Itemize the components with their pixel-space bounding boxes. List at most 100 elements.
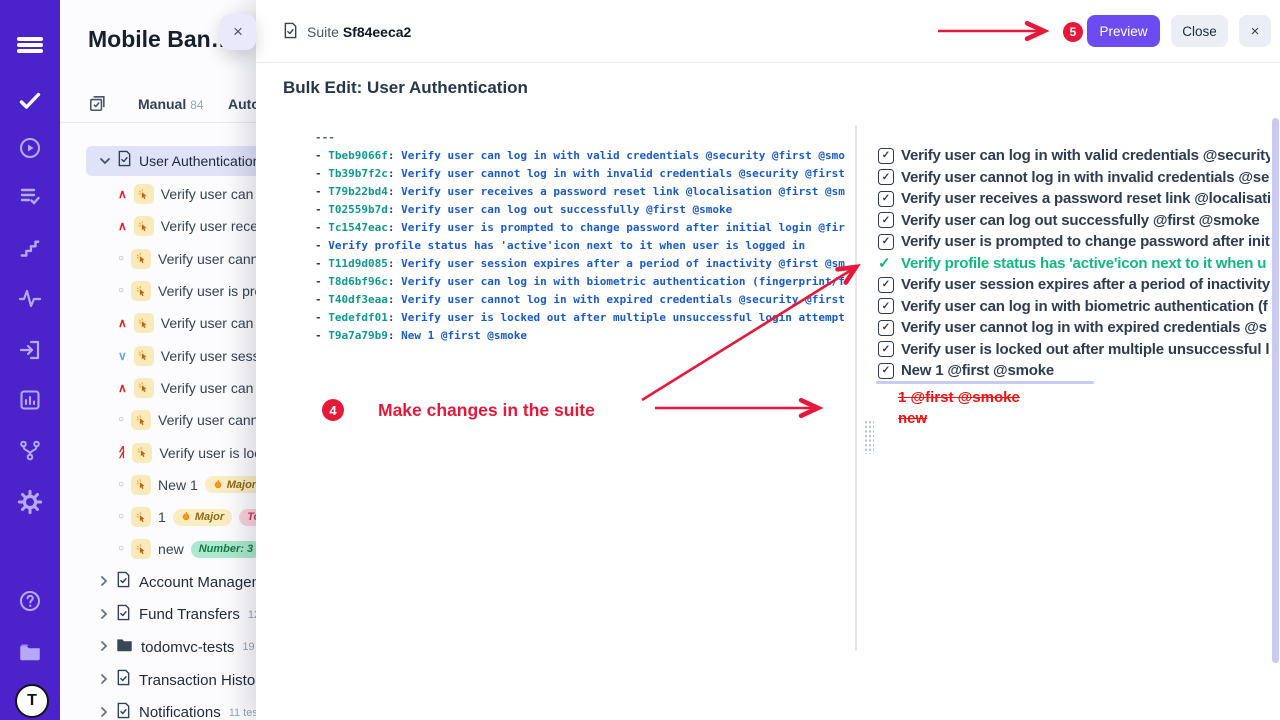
settings-gear-icon[interactable] <box>0 485 60 519</box>
annotation-step-4-badge: 4 <box>322 399 344 421</box>
tree-test-item[interactable]: ∧ ○ ∨ ∧∧ Verify user cannot log in with … <box>60 243 256 275</box>
test-id: T79b22bd4 <box>328 185 388 198</box>
preview-test-row[interactable]: ✓ ✓ Verify user can log in with biometri… <box>878 296 1270 318</box>
tree-suite-item[interactable]: Notifications 11 tests <box>60 696 256 720</box>
code-editor[interactable]: --- - Tbeb9066f: Verify user can log in … <box>315 129 853 349</box>
test-id: Tbeb9066f <box>328 149 388 162</box>
preview-test-row[interactable]: ✓ ✓ Verify user is locked out after mult… <box>878 339 1270 361</box>
preview-test-label: Verify user session expires after a peri… <box>901 276 1270 293</box>
preview-test-row[interactable]: ✓ ✓ Verify user cannot log in with inval… <box>878 167 1270 189</box>
tab-manual[interactable]: Manual84 <box>138 96 204 112</box>
app-logo[interactable]: T <box>15 684 49 718</box>
test-label: Verify user session expires after a peri… <box>161 348 256 364</box>
deleted-list: 1 @first @smoke new <box>898 389 1020 431</box>
badge: Major <box>205 476 256 493</box>
preview-test-row[interactable]: ✓ ✓ Verify profile status has 'active'ic… <box>878 253 1270 275</box>
tree-suite-item[interactable]: todomvc-tests 19 <box>60 631 256 664</box>
checkbox-icon: ✓ <box>878 148 894 164</box>
preview-test-row[interactable]: ✓ ✓ Verify user session expires after a … <box>878 274 1270 296</box>
priority-low-icon: ∨ <box>118 350 127 362</box>
modal-suite-breadcrumb: Suite Sf84eeca2 <box>283 22 411 42</box>
tree-suite-item[interactable]: Account Management <box>60 566 256 599</box>
badge: Major <box>173 509 232 526</box>
chevron-right-icon <box>100 671 108 689</box>
automated-test-icon <box>134 346 154 366</box>
code-line: - Verify profile status has 'active'icon… <box>315 237 853 255</box>
tree-test-item[interactable]: ∧ ○ ∨ ∧∧ Verify user cannot log in with … <box>60 404 256 436</box>
tree-test-list: ∧ ○ ∨ ∧∧ Verify user can log in with val… <box>60 178 256 566</box>
editor-scrollbar[interactable] <box>855 126 857 650</box>
test-id: T02559b7d <box>328 203 388 216</box>
panel-close-button[interactable]: × <box>220 14 256 50</box>
pulse-icon[interactable] <box>0 281 60 315</box>
tests-check-icon[interactable] <box>0 84 60 118</box>
code-line: - T9a7a79b9: New 1 @first @smoke <box>315 327 853 345</box>
preview-test-row[interactable]: ✓ ✓ Verify user can log in with valid cr… <box>878 145 1270 167</box>
tab-automated[interactable]: Automated <box>228 96 256 112</box>
priority-high-icon: ∧ <box>118 317 127 329</box>
automated-test-icon <box>134 313 154 333</box>
bulk-select-icon[interactable] <box>88 94 107 118</box>
tree-test-item[interactable]: ∧ ○ ∨ ∧∧ new Number: 3 <box>60 533 256 565</box>
suite-doc-icon <box>117 150 132 172</box>
tree-test-item[interactable]: ∧ ○ ∨ ∧∧ Verify user receives a password… <box>60 210 256 242</box>
chevron-right-icon <box>100 573 108 591</box>
annotation-step-5-badge: 5 <box>1063 22 1083 42</box>
test-label: Verify user is locked out after multiple… <box>159 445 256 461</box>
preview-test-label: Verify user is prompted to change passwo… <box>901 233 1270 250</box>
close-button[interactable]: Close <box>1171 15 1228 47</box>
menu-icon[interactable] <box>0 28 60 62</box>
priority-normal-icon: ○ <box>118 285 124 297</box>
help-icon[interactable] <box>0 584 60 618</box>
code-line: - T02559b7d: Verify user can log out suc… <box>315 201 853 219</box>
tree-suite-item[interactable]: Transaction History <box>60 664 256 697</box>
tree-test-item[interactable]: ∧ ○ ∨ ∧∧ Verify user session expires aft… <box>60 339 256 371</box>
preview-test-row[interactable]: ✓ ✓ Verify user receives a password rese… <box>878 188 1270 210</box>
code-line: - Tb39b7f2c: Verify user cannot log in w… <box>315 165 853 183</box>
reports-chart-icon[interactable] <box>0 383 60 417</box>
suite-doc-icon <box>283 22 298 42</box>
suite-label: User Authentication <box>139 153 256 169</box>
tree-suite-user-authentication[interactable]: User Authentication <box>86 146 256 176</box>
tree-test-item[interactable]: ∧ ○ ∨ ∧∧ Verify user can log in with bio… <box>60 372 256 404</box>
suite-label: Fund Transfers <box>139 606 240 623</box>
projects-folder-icon[interactable] <box>0 634 60 668</box>
preview-test-label: Verify user receives a password reset li… <box>901 190 1270 207</box>
tree-test-item[interactable]: ∧ ○ ∨ ∧∧ Verify user can log in with val… <box>60 178 256 210</box>
added-check-icon: ✓ <box>878 254 894 272</box>
checkbox-icon: ✓ <box>878 212 894 228</box>
automated-test-icon <box>134 184 154 204</box>
tree-test-item[interactable]: ∧ ○ ∨ ∧∧ 1 Major To <box>60 501 256 533</box>
preview-scrollbar[interactable] <box>1272 118 1279 663</box>
code-line: - Tedefdf01: Verify user is locked out a… <box>315 309 853 327</box>
preview-test-row[interactable]: ✓ ✓ Verify user is prompted to change pa… <box>878 231 1270 253</box>
preview-button[interactable]: Preview <box>1087 15 1160 47</box>
badge: To <box>239 509 256 526</box>
close-x-button[interactable]: × <box>1239 15 1271 47</box>
test-plans-icon[interactable] <box>0 179 60 213</box>
code-line: - Tc1547eac: Verify user is prompted to … <box>315 219 853 237</box>
priority-normal-icon: ○ <box>118 543 124 555</box>
automated-test-icon <box>131 281 151 301</box>
split-drag-handle[interactable] <box>864 420 874 454</box>
steps-icon[interactable] <box>0 233 60 267</box>
tree-test-item[interactable]: ∧ ○ ∨ ∧∧ Verify user is locked out after… <box>60 436 256 468</box>
runs-play-icon[interactable] <box>0 131 60 165</box>
priority-high-icon: ∧ <box>118 220 127 232</box>
code-line: - Tbeb9066f: Verify user can log in with… <box>315 147 853 165</box>
tree-test-item[interactable]: ∧ ○ ∨ ∧∧ New 1 Major <box>60 469 256 501</box>
chevron-right-icon <box>100 606 108 624</box>
suite-doc-icon <box>116 702 131 720</box>
tree-test-item[interactable]: ∧ ○ ∨ ∧∧ Verify user can log out success… <box>60 307 256 339</box>
branches-icon[interactable] <box>0 433 60 467</box>
suite-count: 12 <box>248 609 256 621</box>
preview-test-row[interactable]: ✓ ✓ Verify user cannot log in with expir… <box>878 317 1270 339</box>
preview-test-row[interactable]: ✓ ✓ New 1 @first @smoke <box>878 360 1270 382</box>
checkbox-icon: ✓ <box>878 234 894 250</box>
preview-test-row[interactable]: ✓ ✓ Verify user can log out successfully… <box>878 210 1270 232</box>
tree-test-item[interactable]: ∧ ○ ∨ ∧∧ Verify user is prompted to chan… <box>60 275 256 307</box>
folder-icon <box>116 637 133 657</box>
sign-in-icon[interactable] <box>0 333 60 367</box>
preview-list: ✓ ✓ Verify user can log in with valid cr… <box>878 145 1270 382</box>
tree-suite-item[interactable]: Fund Transfers 12 <box>60 599 256 632</box>
